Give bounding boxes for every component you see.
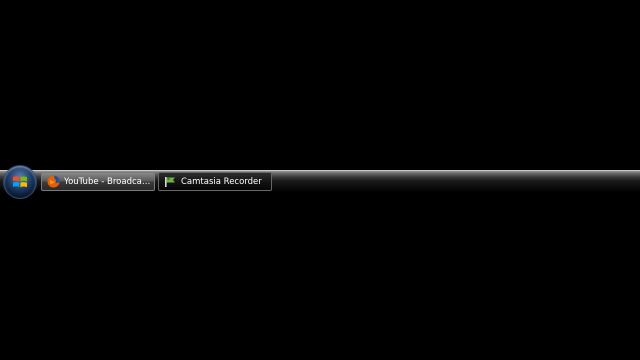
taskbar-button-youtube[interactable]: YouTube - Broadcast ... — [41, 172, 155, 191]
firefox-icon — [47, 175, 60, 188]
camtasia-recorder-icon — [164, 175, 177, 188]
taskbar-button-label: Camtasia Recorder — [181, 176, 262, 187]
taskbar-button-label: YouTube - Broadcast ... — [64, 176, 154, 187]
taskbar-button-camtasia[interactable]: Camtasia Recorder — [158, 172, 272, 191]
windows-logo-icon — [11, 173, 29, 191]
start-button[interactable] — [4, 166, 36, 198]
desktop: YouTube - Broadcast ... Camtasia Recorde… — [0, 0, 640, 360]
